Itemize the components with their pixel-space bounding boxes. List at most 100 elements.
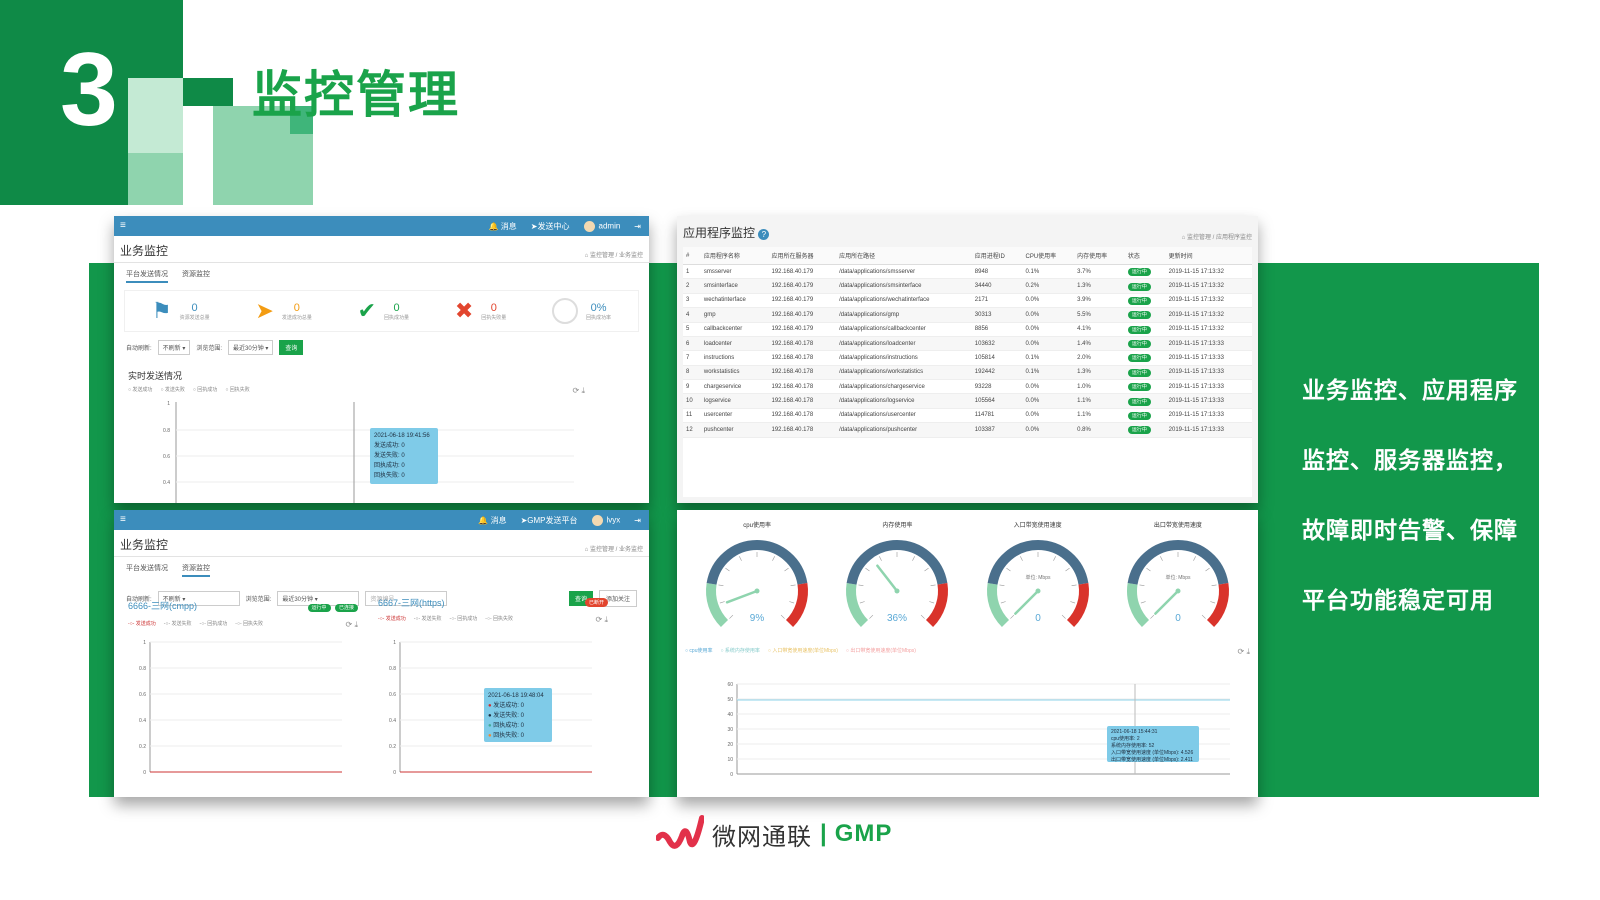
- column-header[interactable]: 更新时间: [1165, 247, 1252, 265]
- table-cell: 2019-11-15 17:13:33: [1165, 408, 1252, 424]
- column-header[interactable]: 内存使用率: [1074, 247, 1125, 265]
- status-badge: 运行中: [1127, 383, 1151, 392]
- gauge-band: [706, 540, 808, 585]
- tab-resource[interactable]: 资源监控: [182, 269, 210, 283]
- status-badge: 运行中: [1127, 426, 1151, 435]
- table-row[interactable]: 4 gmp 192.168.40.179/data/applications/gmp…: [683, 307, 1252, 323]
- y-tick: 60: [727, 682, 733, 688]
- column-header[interactable]: 应用进程ID: [971, 247, 1023, 265]
- trend-tooltip: 2021-06-18 15:44:31 cpu使用率: 2 系统内存使用率: 5…: [1107, 726, 1199, 763]
- status-badge: 已连接: [334, 604, 358, 612]
- table-row[interactable]: 6 loadcenter 192.168.40.178/data/applicati…: [683, 336, 1252, 352]
- refresh-download-icons[interactable]: ⟳ ⤓: [596, 615, 608, 625]
- menu-icon[interactable]: ≡: [120, 220, 126, 231]
- legend-item[interactable]: ○ 发送成功: [128, 386, 152, 396]
- breadcrumb-item[interactable]: 监控管理: [1187, 235, 1211, 241]
- status-badge: 运行中: [1127, 311, 1151, 320]
- gauge-hub: [754, 588, 760, 594]
- table-cell: 192.168.40.178: [768, 350, 837, 366]
- table-row[interactable]: 12 pushcenter 192.168.40.178/data/applicat…: [683, 422, 1252, 438]
- resource-name[interactable]: 6666-三网(cmpp): [128, 599, 197, 612]
- legend-item[interactable]: ○ cpu使用率: [685, 647, 712, 657]
- gauge-tick: [1159, 556, 1163, 561]
- tooltip-value: 发送失败: 0: [493, 713, 524, 719]
- column-header[interactable]: 应用所在服务器: [768, 247, 837, 265]
- query-button[interactable]: 查询: [279, 340, 304, 355]
- resource-name[interactable]: 6667-三网(https): [378, 596, 445, 609]
- table-row[interactable]: 10 logservice 192.168.40.178/data/applicat…: [683, 393, 1252, 409]
- breadcrumb-item[interactable]: 监控管理: [590, 547, 614, 553]
- table-row[interactable]: 5 callbackcenter 192.168.40.179/data/appli…: [683, 322, 1252, 337]
- table-row[interactable]: 8 workstatistics 192.168.40.178/data/appli…: [683, 365, 1252, 381]
- gauge-tick: [772, 556, 776, 561]
- table-cell: 0.0%: [1022, 393, 1075, 409]
- tab-resource[interactable]: 资源监控: [182, 563, 210, 577]
- table-cell: /data/applications/callbackcenter: [836, 322, 972, 337]
- stat-total: ⚑ 0 资源发送总量: [152, 300, 210, 322]
- server-monitor-panel: cpu使用率 9% 内存使用率 36% 入口带宽使用速度 单位: Mbps 0 出口带宽使用速…: [677, 510, 1258, 797]
- tab-platform[interactable]: 平台发送情况: [126, 563, 168, 577]
- table-cell: 192.168.40.178: [768, 365, 837, 381]
- table-cell: 0.0%: [1022, 336, 1075, 352]
- table-row[interactable]: 9 chargeservice 192.168.40.178/data/applic…: [683, 379, 1252, 395]
- table-cell: 192.168.40.179: [768, 322, 837, 337]
- messages-link[interactable]: 🔔 消息: [478, 515, 506, 526]
- legend-item[interactable]: -○- 发送失败: [414, 615, 442, 625]
- table-row[interactable]: 1 smsserver 192.168.40.179/data/applicatio…: [683, 264, 1252, 280]
- column-header[interactable]: 应用程序名称: [700, 247, 769, 265]
- messages-link[interactable]: 🔔 消息: [489, 221, 517, 232]
- table-row[interactable]: 11 usercenter 192.168.40.178/data/applicat…: [683, 408, 1252, 424]
- y-tick: 0: [143, 770, 146, 776]
- range-select[interactable]: 最近30分钟 ▾: [228, 340, 274, 355]
- table-cell: 5.5%: [1074, 307, 1125, 323]
- trend-header: ○ cpu使用率 ○ 系统内存使用率 ○ 入口带宽使用速度(单位Mbps) ○ …: [677, 639, 1258, 657]
- breadcrumb-item[interactable]: 监控管理: [590, 253, 614, 259]
- avatar: [591, 514, 603, 526]
- send-center-link[interactable]: ➤发送中心: [531, 221, 570, 232]
- column-header[interactable]: #: [683, 247, 701, 265]
- column-header[interactable]: 状态: [1124, 247, 1166, 265]
- user-menu[interactable]: admin: [583, 220, 620, 232]
- y-tick: 50: [727, 697, 733, 703]
- table-cell: 0.0%: [1022, 307, 1075, 323]
- menu-icon[interactable]: ≡: [120, 514, 126, 525]
- logout-icon[interactable]: ⇥: [634, 516, 641, 525]
- table-cell: 运行中: [1124, 322, 1166, 337]
- gauge-dial: 单位: Mbps 0: [986, 540, 1089, 628]
- app-table-container: # 应用程序名称 应用所在服务器 应用所在路径 应用进程ID CPU使用率 内存使用率 状态更…: [683, 247, 1252, 497]
- legend-item[interactable]: ○ 系统内存使用率: [720, 647, 759, 657]
- gauge-tick: [869, 614, 874, 619]
- legend-item[interactable]: -○- 发送成功: [128, 620, 156, 630]
- gauge-tick: [1193, 556, 1196, 561]
- table-row[interactable]: 7 instructions 192.168.40.178/data/applica…: [683, 350, 1252, 366]
- table-row[interactable]: 3 wechatinterface 192.168.40.179/data/appl…: [683, 293, 1252, 309]
- table-cell: 192.168.40.178: [768, 422, 837, 438]
- y-tick: 10: [727, 757, 733, 763]
- refresh-download-icons[interactable]: ⟳ ⤓: [346, 620, 358, 630]
- messages-label: 消息: [490, 515, 507, 525]
- help-icon[interactable]: ?: [758, 229, 770, 240]
- column-header[interactable]: CPU使用率: [1022, 247, 1075, 265]
- gauge-tick: [789, 601, 795, 604]
- legend-item[interactable]: -○- 回执失败: [485, 615, 513, 625]
- legend-item[interactable]: -○- 发送失败: [164, 620, 192, 630]
- auto-refresh-select[interactable]: 不刷新 ▾: [157, 340, 191, 355]
- logout-icon[interactable]: ⇥: [634, 222, 641, 231]
- tab-platform[interactable]: 平台发送情况: [126, 269, 168, 283]
- legend-item[interactable]: -○- 回执失败: [235, 620, 263, 630]
- table-cell: 9: [683, 379, 701, 395]
- user-menu[interactable]: lvyx: [591, 514, 620, 526]
- stat-label: 回执失败量: [481, 314, 507, 321]
- legend-item[interactable]: ○ 出口带宽使用速度(单位Mbps): [846, 647, 916, 657]
- legend-item[interactable]: -○- 回执成功: [450, 615, 478, 625]
- legend-item[interactable]: -○- 回执成功: [200, 620, 228, 630]
- refresh-download-icons[interactable]: ⟳ ⤓: [1238, 647, 1250, 657]
- send-center-link[interactable]: ➤GMP发送平台: [521, 515, 578, 526]
- table-cell: 1.4%: [1074, 336, 1125, 352]
- table-row[interactable]: 2 smsinterface 192.168.40.179/data/applica…: [683, 278, 1252, 294]
- gauge-tick: [1210, 601, 1216, 604]
- gauge-tick: [1069, 601, 1075, 604]
- legend-item[interactable]: -○- 发送成功: [378, 615, 406, 625]
- legend-item[interactable]: ○ 入口带宽使用速度(单位Mbps): [768, 647, 838, 657]
- column-header[interactable]: 应用所在路径: [836, 247, 972, 265]
